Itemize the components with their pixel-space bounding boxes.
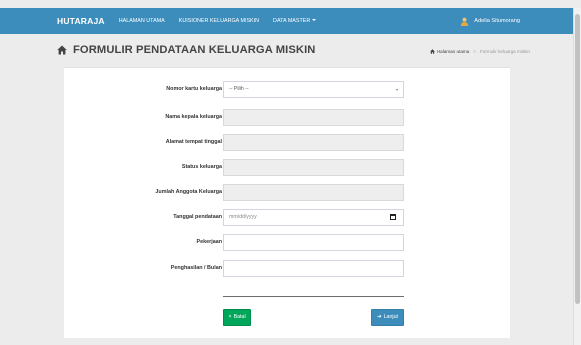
label-nama-kepala: Nama kepala keluarga [165,114,222,120]
nav-link-halaman-utama[interactable]: HALAMAN UTAMA [119,18,165,24]
caret-down-icon [312,19,317,21]
breadcrumb-home-icon [429,49,435,54]
input-tanggal-pendataan[interactable]: mm/dd/yyyy [223,209,404,226]
user-avatar-icon [461,17,469,26]
form-row-nama-kepala: Nama kepala keluarga [64,109,510,126]
nav-link-kuisioner[interactable]: KUISIONER KELUARGA MISKIN [179,18,259,24]
cancel-button-label: Batal [233,314,246,320]
select-nomor-kk[interactable]: -- Pilih -- [223,81,404,98]
form-divider [223,296,404,297]
form-row-pekerjaan: Pekerjaan [64,234,510,251]
next-button-label: Lanjut [383,314,399,320]
brand-logo[interactable]: HUTARAJA [57,16,105,26]
user-menu[interactable]: Adelia Situmorang [460,17,520,26]
breadcrumb-separator: > [473,49,476,54]
input-alamat [223,134,404,151]
select-nomor-kk-value: -- Pilih -- [229,86,249,92]
label-tanggal: Tanggal pendataan [173,214,222,220]
nav-menu: HALAMAN UTAMA KUISIONER KELUARGA MISKIN … [119,18,331,24]
breadcrumb: Halaman utama > Formulir keluarga miskin [429,49,530,54]
nav-link-data-master-label: DATA MASTER [273,18,311,24]
page-title: FORMULIR PENDATAAN KELUARGA MISKIN [73,44,316,56]
nav-link-data-master[interactable]: DATA MASTER [273,18,317,24]
form-row-jumlah-anggota: Jumlah Anggota Keluarga [64,184,510,201]
label-jumlah-anggota: Jumlah Anggota Keluarga [155,189,222,195]
breadcrumb-current: Formulir keluarga miskin [479,49,530,54]
form-row-status-keluarga: Status keluarga [64,159,510,176]
label-penghasilan: Penghasilan / Bulan [170,265,222,271]
form-row-tanggal: Tanggal pendataan mm/dd/yyyy [64,209,510,226]
label-alamat: Alamat tempat tinggal [165,139,222,145]
form-row-alamat: Alamat tempat tinggal [64,134,510,151]
chevron-down-icon [396,89,398,91]
input-status-keluarga [223,159,404,176]
home-icon [57,45,67,55]
next-button[interactable]: ➜ Lanjut [371,309,404,326]
label-status-keluarga: Status keluarga [181,164,222,170]
breadcrumb-home-link[interactable]: Halaman utama [437,49,469,54]
form-box: Nomor kartu keluarga -- Pilih -- Nama ke… [64,67,510,338]
close-icon: × [228,314,232,320]
date-placeholder: mm/dd/yyyy [229,214,257,220]
input-penghasilan[interactable] [223,260,404,277]
form-row-penghasilan: Penghasilan / Bulan [64,260,510,277]
label-nomor-kk: Nomor kartu keluarga [166,86,222,92]
input-pekerjaan[interactable] [223,234,404,251]
page-header: FORMULIR PENDATAAN KELUARGA MISKIN [57,44,315,56]
scrollbar-thumb[interactable] [575,14,580,304]
page-scrollbar[interactable] [573,8,581,345]
user-name: Adelia Situmorang [474,18,520,24]
cancel-button[interactable]: × Batal [223,309,251,326]
input-jumlah-anggota [223,184,404,201]
top-navbar: HUTARAJA HALAMAN UTAMA KUISIONER KELUARG… [0,8,573,34]
input-nama-kepala [223,109,404,126]
sign-in-arrow-icon: ➜ [376,314,382,320]
form-row-nomor-kk: Nomor kartu keluarga -- Pilih -- [64,81,510,98]
label-pekerjaan: Pekerjaan [196,239,222,245]
calendar-icon[interactable] [390,214,396,220]
